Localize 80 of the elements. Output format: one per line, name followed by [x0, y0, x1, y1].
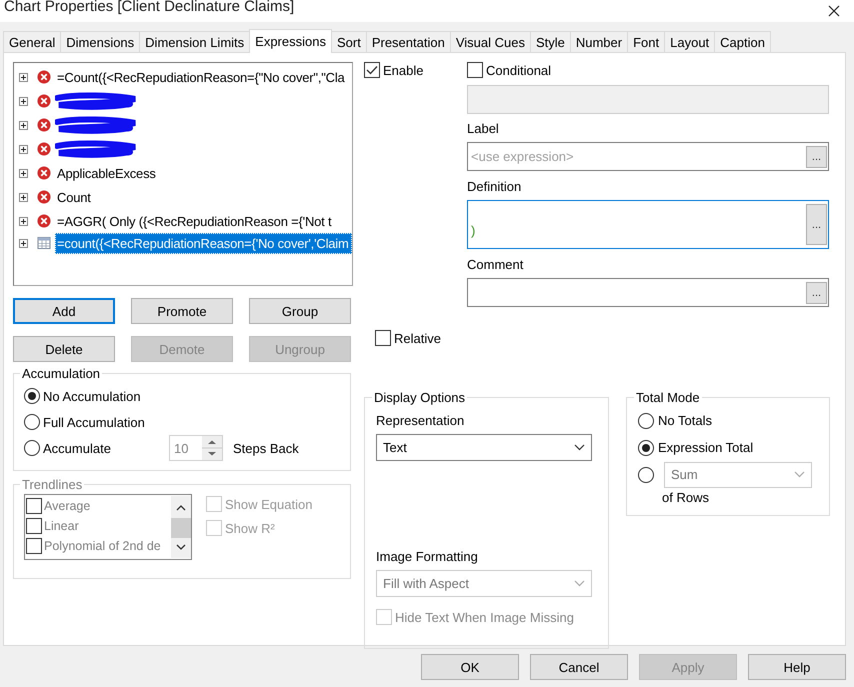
option-label: No Totals	[658, 413, 712, 428]
checkbox[interactable]	[467, 62, 483, 78]
of-rows-label: of Rows	[661, 490, 710, 505]
tab[interactable]: Layout	[664, 31, 716, 52]
tab[interactable]: Expressions	[249, 29, 332, 53]
chevron-down-icon	[574, 580, 585, 587]
dialog-button[interactable]: OK	[421, 654, 519, 680]
checkbox[interactable]	[375, 330, 391, 346]
condition-field[interactable]	[467, 85, 829, 114]
group-title: Accumulation	[21, 366, 102, 381]
browse-button[interactable]: ...	[806, 204, 827, 245]
checkbox[interactable]	[364, 62, 380, 78]
error-icon	[37, 142, 51, 156]
action-button[interactable]: Add	[13, 298, 115, 324]
option-label: No Accumulation	[43, 388, 141, 404]
expand-icon[interactable]	[19, 238, 28, 248]
chevron-down-icon	[574, 444, 585, 451]
group-title: Trendlines	[21, 477, 84, 492]
error-icon	[37, 166, 51, 180]
field-label: Image Formatting	[376, 549, 479, 565]
tab[interactable]: General	[3, 31, 62, 52]
field-label: Representation	[376, 413, 466, 429]
relative-label: Relative	[394, 330, 441, 346]
definition-field[interactable]: ) ...	[467, 200, 829, 249]
error-icon	[37, 118, 51, 132]
option-label: Accumulate	[43, 440, 111, 456]
expression-item[interactable]: =Count({<RecRepudiationReason={"No cover","Cla	[55, 68, 347, 86]
radio-button[interactable]	[638, 440, 654, 456]
browse-button[interactable]: ...	[806, 282, 827, 304]
window-title: Chart Properties [Client Declinature Claims]	[4, 0, 294, 14]
enable-label: Enable	[383, 62, 424, 78]
radio-button[interactable]	[24, 440, 40, 456]
expand-icon[interactable]	[19, 192, 28, 202]
error-icon	[37, 70, 51, 84]
dialog-button[interactable]: Cancel	[530, 654, 628, 680]
radio-button[interactable]	[638, 412, 654, 428]
field-label: Definition	[467, 179, 522, 195]
error-icon	[37, 190, 51, 204]
field-label: Label	[467, 121, 500, 137]
option-label: Hide Text When Image Missing	[395, 610, 574, 624]
steps-spinner[interactable]: 10	[169, 435, 223, 461]
action-button[interactable]: Promote	[131, 298, 233, 324]
error-icon	[37, 214, 51, 228]
expand-icon[interactable]	[19, 168, 28, 178]
steps-back-label: Steps Back	[233, 440, 299, 456]
comment-field[interactable]: ...	[467, 278, 829, 307]
chevron-down-icon	[794, 471, 805, 478]
expression-item[interactable]: =AGGR( Only ({<RecRepudiationReason ={'Not t	[55, 212, 334, 230]
action-button[interactable]: Group	[249, 298, 351, 324]
expand-icon[interactable]	[19, 144, 28, 154]
representation-dropdown[interactable]: Text	[376, 434, 592, 461]
option-label: Expression Total	[658, 440, 754, 455]
radio-button[interactable]	[638, 466, 654, 482]
tab[interactable]: Caption	[714, 31, 771, 52]
expression-item[interactable]: Count	[55, 188, 93, 206]
option-label: Full Accumulation	[43, 414, 145, 430]
tab[interactable]: Style	[530, 31, 571, 52]
field-label: Comment	[467, 257, 524, 273]
conditional-label: Conditional	[486, 62, 552, 78]
option-label: Show R²	[225, 520, 275, 536]
expand-icon[interactable]	[19, 120, 28, 130]
expression-item[interactable]: =count({<RecRepudiationReason={'No cover','Claim	[55, 232, 352, 254]
table-icon	[37, 236, 51, 250]
group-title: Total Mode	[635, 390, 701, 405]
expression-item[interactable]: ApplicableExcess	[55, 164, 158, 182]
dialog-button[interactable]: Help	[748, 654, 846, 680]
spinner-arrows-icon[interactable]	[202, 436, 222, 460]
radio-button[interactable]	[24, 414, 40, 430]
expand-icon[interactable]	[19, 72, 28, 82]
close-icon[interactable]	[828, 5, 840, 17]
total-function-dropdown[interactable]: Sum	[664, 462, 812, 488]
radio-button[interactable]	[24, 388, 40, 404]
expand-icon[interactable]	[19, 216, 28, 226]
error-icon	[37, 94, 51, 108]
group-title: Display Options	[373, 390, 466, 405]
action-button[interactable]: Delete	[13, 336, 115, 362]
expand-icon[interactable]	[19, 96, 28, 106]
browse-button[interactable]: ...	[806, 146, 827, 168]
option-label: Show Equation	[225, 496, 312, 512]
label-field[interactable]: <use expression> ...	[467, 142, 829, 171]
